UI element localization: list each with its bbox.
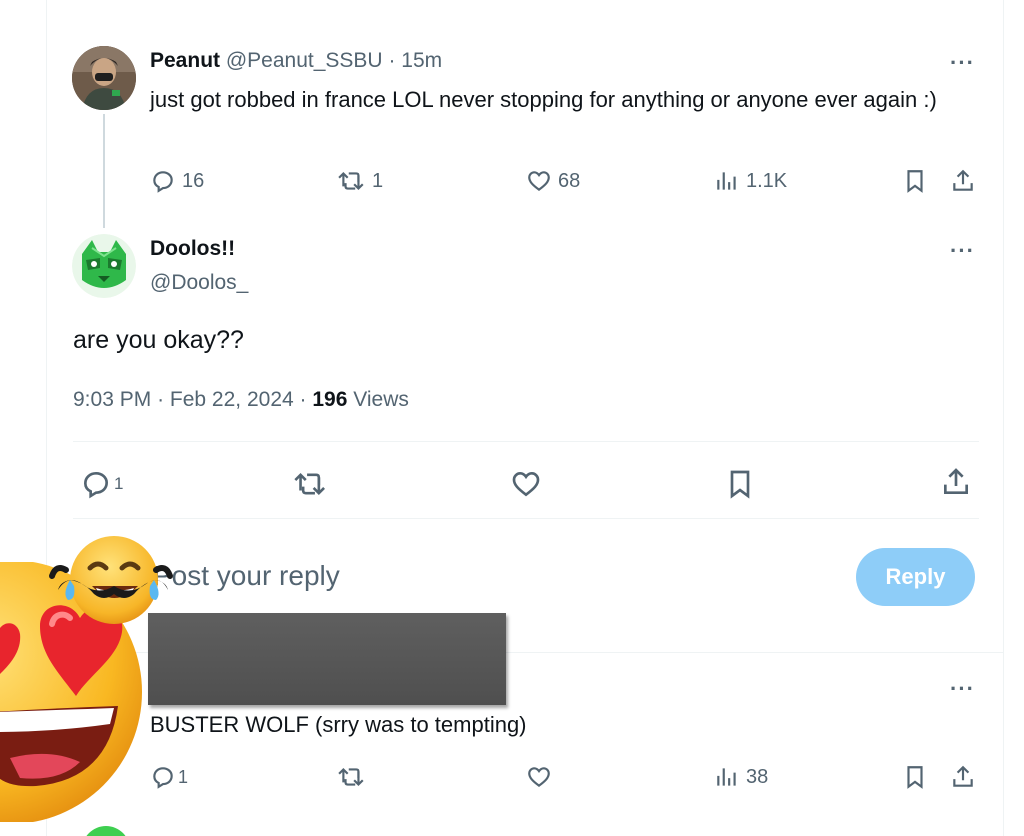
- heart-icon: [512, 471, 540, 497]
- redacted-author: [148, 613, 506, 705]
- parent-handle[interactable]: @Peanut_SSBU: [226, 49, 383, 72]
- repost-icon: [338, 171, 364, 191]
- reply-repost-button[interactable]: [338, 764, 366, 790]
- reply-views-button[interactable]: 38: [714, 764, 768, 790]
- main-share-button[interactable]: [940, 466, 972, 498]
- more-icon[interactable]: ···: [950, 50, 975, 76]
- share-icon: [953, 765, 973, 787]
- parent-repost-button[interactable]: 1: [338, 168, 383, 194]
- main-reply-count: 1: [114, 474, 124, 493]
- reply-icon: [153, 171, 173, 193]
- share-icon: [944, 468, 968, 494]
- main-date[interactable]: Feb 22, 2024: [170, 388, 294, 411]
- repost-icon: [338, 767, 364, 787]
- parent-share-button[interactable]: [950, 168, 976, 194]
- reply-reply-button[interactable]: 1: [150, 764, 188, 790]
- laughing-mustache-emoji: [49, 536, 173, 624]
- parent-bookmark-button[interactable]: [902, 168, 928, 194]
- bookmark-icon: [730, 470, 750, 499]
- main-bookmark-button[interactable]: [724, 468, 756, 500]
- parent-tweet-text: just got robbed in france LOL never stop…: [150, 87, 937, 112]
- parent-like-count: 68: [558, 169, 581, 192]
- reply-button[interactable]: Reply: [856, 548, 975, 606]
- main-handle[interactable]: @Doolos_: [150, 271, 248, 295]
- thread-connector: [103, 114, 105, 228]
- avatar-peanut[interactable]: [72, 46, 136, 110]
- more-icon[interactable]: ···: [950, 238, 975, 264]
- main-author-name[interactable]: Doolos!!: [150, 237, 235, 261]
- reply-reply-count: 1: [178, 766, 189, 787]
- parent-repost-count: 1: [372, 169, 384, 192]
- bookmark-icon: [907, 170, 923, 193]
- heart-icon: [528, 171, 550, 192]
- parent-views-button[interactable]: 1.1K: [714, 168, 787, 194]
- heart-icon: [528, 767, 550, 788]
- main-separator-2: ·: [299, 388, 307, 411]
- divider: [73, 518, 979, 519]
- reply-input[interactable]: Post your reply: [153, 560, 340, 592]
- reply-icon: [153, 767, 173, 789]
- reply-like-button[interactable]: [526, 764, 552, 790]
- reply-bookmark-button[interactable]: [902, 764, 928, 790]
- timeline-column: [46, 0, 1004, 836]
- main-tweet-timestamp: 9:03 PM · Feb 22, 2024 · 196 Views: [73, 388, 409, 412]
- main-reply-button[interactable]: 1: [80, 468, 123, 500]
- divider: [73, 441, 979, 442]
- reply-tweet-text: BUSTER WOLF (srry was to tempting): [150, 712, 527, 737]
- parent-time[interactable]: 15m: [401, 49, 442, 72]
- bookmark-icon: [907, 766, 923, 789]
- parent-reply-count: 16: [182, 169, 205, 192]
- main-views-label: Views: [353, 388, 409, 411]
- main-time[interactable]: 9:03 PM: [73, 388, 151, 411]
- views-icon: [717, 768, 736, 786]
- parent-view-count: 1.1K: [746, 169, 788, 192]
- share-icon: [953, 169, 973, 191]
- repost-icon: [294, 472, 326, 496]
- avatar-doolos[interactable]: [72, 234, 136, 298]
- reply-icon: [83, 471, 109, 499]
- parent-like-button[interactable]: 68: [526, 168, 580, 194]
- main-repost-button[interactable]: [294, 468, 328, 500]
- main-tweet-text: are you okay??: [73, 326, 244, 354]
- parent-separator: ·: [388, 49, 396, 72]
- views-icon: [717, 172, 736, 190]
- parent-author-name[interactable]: Peanut: [150, 49, 220, 72]
- reply-view-count: 38: [746, 765, 769, 788]
- main-like-button[interactable]: [510, 468, 542, 500]
- parent-author-line: Peanut @Peanut_SSBU · 15m: [150, 49, 442, 73]
- main-separator-1: ·: [157, 388, 165, 411]
- main-view-count[interactable]: 196: [312, 388, 347, 411]
- reply-share-button[interactable]: [950, 764, 976, 790]
- parent-reply-button[interactable]: 16: [150, 168, 204, 194]
- more-icon[interactable]: ···: [950, 676, 975, 702]
